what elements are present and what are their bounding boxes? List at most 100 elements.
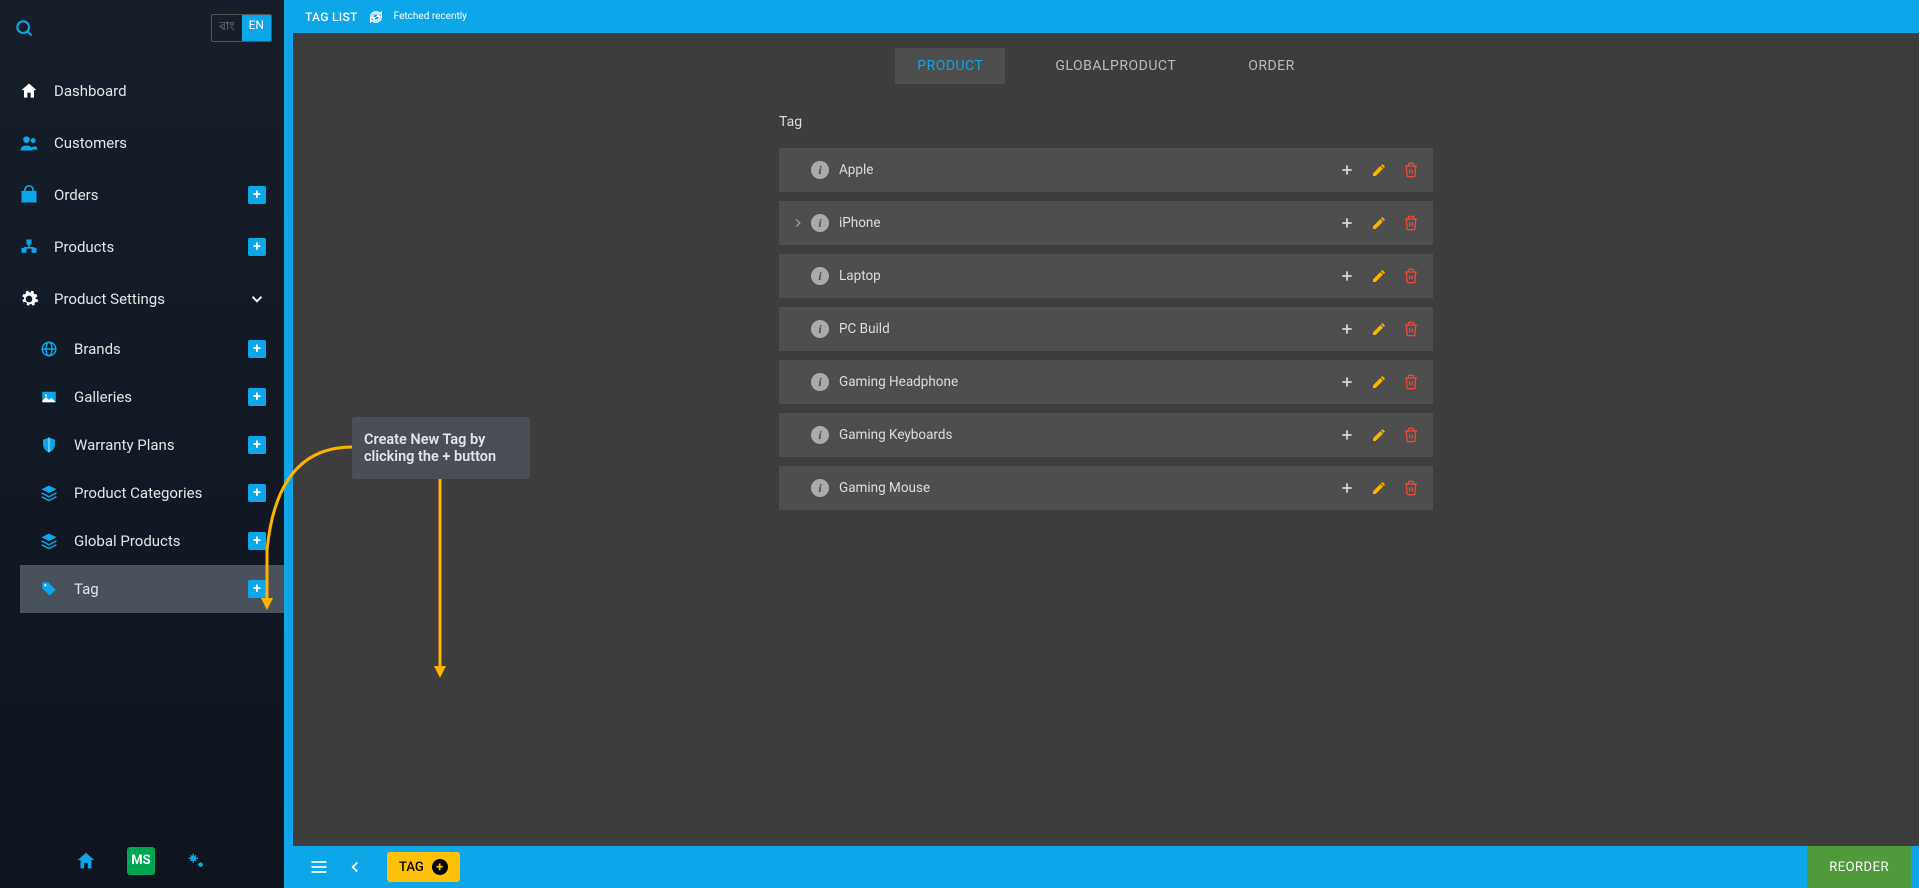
sidebar-item-label: Warranty Plans	[74, 436, 248, 454]
sidebar-item-label: Orders	[54, 186, 248, 204]
info-icon[interactable]: i	[811, 161, 829, 179]
edit-button[interactable]	[1369, 266, 1389, 286]
tag-name: Gaming Keyboards	[839, 427, 1337, 443]
search-button[interactable]	[12, 16, 36, 40]
delete-button[interactable]	[1401, 372, 1421, 392]
edit-button[interactable]	[1369, 160, 1389, 180]
add-product-button[interactable]: +	[248, 238, 266, 256]
info-icon[interactable]: i	[811, 426, 829, 444]
trash-icon	[1403, 374, 1419, 390]
bottombar: TAG + REORDER	[293, 846, 1919, 888]
tag-row[interactable]: iGaming Mouse	[779, 466, 1433, 510]
home-icon	[18, 81, 40, 101]
sidebar-item-product-categories[interactable]: Product Categories +	[20, 469, 284, 517]
sidebar-item-brands[interactable]: Brands +	[20, 325, 284, 373]
lang-bn[interactable]: বাং	[212, 15, 241, 41]
tab-globalproduct[interactable]: GLOBALPRODUCT	[1033, 48, 1198, 84]
main: TAG LIST Fetched recently PRODUCT GLOBAL…	[293, 0, 1919, 888]
create-tag-button[interactable]: TAG +	[387, 852, 460, 882]
sidebar-item-label: Dashboard	[54, 82, 266, 100]
add-child-button[interactable]	[1337, 160, 1357, 180]
trash-icon	[1403, 162, 1419, 178]
tag-actions	[1337, 372, 1421, 392]
sidebar-item-tag[interactable]: Tag +	[20, 565, 284, 613]
sidebar-item-products[interactable]: Products +	[0, 221, 284, 273]
add-child-button[interactable]	[1337, 319, 1357, 339]
delete-button[interactable]	[1401, 160, 1421, 180]
tag-row[interactable]: i Gaming Keyboards	[779, 413, 1433, 457]
tooltip-create-tag: Create New Tag by clicking the + button	[352, 417, 530, 479]
tag-icon	[38, 580, 60, 598]
refresh-icon	[368, 9, 384, 25]
delete-button[interactable]	[1401, 319, 1421, 339]
sidebar-item-galleries[interactable]: Galleries +	[20, 373, 284, 421]
refresh-button[interactable]	[368, 9, 384, 25]
trash-icon	[1403, 321, 1419, 337]
trash-icon	[1403, 427, 1419, 443]
trash-icon	[1403, 215, 1419, 231]
users-icon	[18, 133, 40, 153]
tag-name: Apple	[839, 162, 1337, 178]
plus-icon	[1339, 480, 1355, 496]
menu-button[interactable]	[301, 849, 337, 885]
sidebar-item-customers[interactable]: Customers	[0, 117, 284, 169]
edit-button[interactable]	[1369, 319, 1389, 339]
info-icon[interactable]: i	[811, 214, 829, 232]
tag-row[interactable]: iiPhone	[779, 201, 1433, 245]
add-child-button[interactable]	[1337, 372, 1357, 392]
add-order-button[interactable]: +	[248, 186, 266, 204]
ms-badge-button[interactable]: MS	[127, 847, 155, 875]
sidebar-item-orders[interactable]: Orders +	[0, 169, 284, 221]
plus-icon	[1339, 374, 1355, 390]
tag-row[interactable]: i Apple	[779, 148, 1433, 192]
add-global-product-button[interactable]: +	[248, 532, 266, 550]
add-child-button[interactable]	[1337, 425, 1357, 445]
add-child-button[interactable]	[1337, 213, 1357, 233]
tab-order[interactable]: ORDER	[1226, 48, 1317, 84]
delete-button[interactable]	[1401, 425, 1421, 445]
add-gallery-button[interactable]: +	[248, 388, 266, 406]
reorder-button[interactable]: REORDER	[1807, 846, 1911, 888]
home-button[interactable]	[75, 850, 97, 872]
edit-button[interactable]	[1369, 425, 1389, 445]
edit-button[interactable]	[1369, 478, 1389, 498]
tag-row[interactable]: iPC Build	[779, 307, 1433, 351]
plus-icon	[1339, 268, 1355, 284]
chevron-right-icon	[791, 216, 811, 230]
tag-actions	[1337, 319, 1421, 339]
delete-button[interactable]	[1401, 213, 1421, 233]
tab-product[interactable]: PRODUCT	[895, 48, 1005, 84]
sidebar-item-label: Products	[54, 238, 248, 256]
sidebar-item-product-settings[interactable]: Product Settings	[0, 273, 284, 325]
delete-button[interactable]	[1401, 266, 1421, 286]
info-icon[interactable]: i	[811, 320, 829, 338]
sidebar-menu: Dashboard Customers Orders + Products +	[0, 55, 284, 833]
lang-en[interactable]: EN	[242, 15, 271, 41]
info-icon[interactable]: i	[811, 373, 829, 391]
back-button[interactable]	[337, 849, 373, 885]
add-child-button[interactable]	[1337, 266, 1357, 286]
tag-row[interactable]: i Gaming Headphone	[779, 360, 1433, 404]
info-icon[interactable]: i	[811, 479, 829, 497]
info-icon[interactable]: i	[811, 267, 829, 285]
edit-button[interactable]	[1369, 213, 1389, 233]
tag-name: Gaming Headphone	[839, 374, 1337, 390]
add-child-button[interactable]	[1337, 478, 1357, 498]
sidebar-item-warranty-plans[interactable]: Warranty Plans +	[20, 421, 284, 469]
tag-actions	[1337, 478, 1421, 498]
add-category-button[interactable]: +	[248, 484, 266, 502]
language-switcher: বাং EN	[211, 14, 272, 42]
blocks-icon	[18, 237, 40, 257]
delete-button[interactable]	[1401, 478, 1421, 498]
image-icon	[38, 388, 60, 406]
plus-icon	[1339, 215, 1355, 231]
sidebar-item-dashboard[interactable]: Dashboard	[0, 65, 284, 117]
settings-button[interactable]	[185, 850, 207, 872]
add-brand-button[interactable]: +	[248, 340, 266, 358]
tag-section-header: Tag	[779, 114, 1433, 130]
edit-button[interactable]	[1369, 372, 1389, 392]
add-warranty-button[interactable]: +	[248, 436, 266, 454]
add-tag-button[interactable]: +	[248, 580, 266, 598]
tag-row[interactable]: iLaptop	[779, 254, 1433, 298]
sidebar-item-global-products[interactable]: Global Products +	[20, 517, 284, 565]
